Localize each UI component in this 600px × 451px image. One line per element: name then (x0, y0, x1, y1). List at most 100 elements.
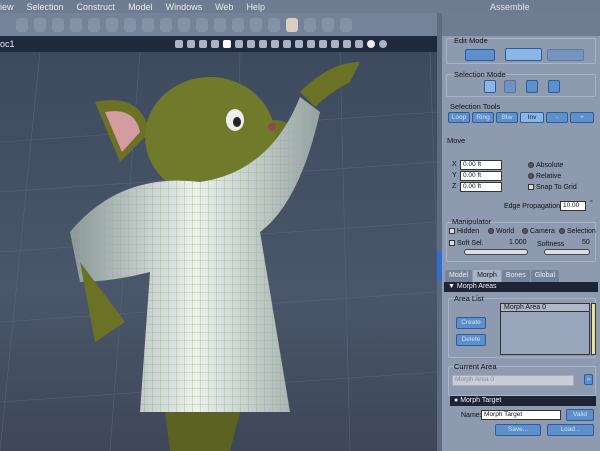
edit-mode-object-button[interactable] (465, 49, 495, 61)
rig-tool-icon[interactable] (322, 17, 334, 32)
edit-mode-vertex-button[interactable] (505, 48, 542, 61)
pan-icon[interactable] (199, 40, 207, 48)
hidden-checkbox[interactable]: Hidden (449, 228, 479, 235)
properties-panel: Edit Mode Selection Mode Selection Tools… (442, 36, 600, 451)
scene-render (0, 52, 437, 451)
dome-tool-icon[interactable] (124, 17, 136, 32)
selection-label: Selection (567, 228, 596, 235)
x-label: X (452, 161, 457, 168)
dolly-icon[interactable] (187, 40, 195, 48)
line-tool-icon[interactable] (268, 17, 280, 32)
camera-icon[interactable] (175, 40, 183, 48)
cube-tool-icon[interactable] (304, 17, 316, 32)
edge-propagation-field[interactable]: 10.00 (560, 201, 586, 211)
magnet-tool-icon[interactable] (52, 17, 64, 32)
area-list-item[interactable]: Morph Area 0 (501, 304, 589, 312)
bone-tool-icon[interactable] (160, 17, 172, 32)
menu-help[interactable]: Help (246, 2, 265, 12)
tab-global[interactable]: Global (530, 270, 560, 282)
layout-single-icon[interactable] (223, 40, 231, 48)
world-radio[interactable]: World (488, 228, 514, 235)
figure-tool-icon[interactable] (142, 17, 154, 32)
select-point-button[interactable] (504, 80, 516, 93)
render-shaded-icon[interactable] (379, 40, 387, 48)
render-flat-icon[interactable] (355, 40, 363, 48)
edit-mode-mesh-button[interactable] (547, 49, 584, 61)
select-edge-button[interactable] (526, 80, 538, 93)
area-list-label: Area List (454, 294, 484, 303)
shield3-icon[interactable] (307, 40, 315, 48)
delete-button[interactable]: Delete (456, 334, 486, 346)
ring-button[interactable]: Ring (472, 112, 494, 123)
select-face-button[interactable] (548, 80, 560, 93)
render-wire-icon[interactable] (331, 40, 339, 48)
morph-target-header[interactable]: ● Morph Target (450, 396, 596, 406)
y-field[interactable]: 0.00 ft (460, 171, 502, 181)
x-field[interactable]: 0.00 ft (460, 160, 502, 170)
paint-tool-icon[interactable] (214, 17, 226, 32)
render-point-icon[interactable] (319, 40, 327, 48)
morph-target-name-field[interactable]: Morph Target (481, 410, 561, 420)
shield2-icon[interactable] (295, 40, 303, 48)
layout-grid-icon[interactable] (259, 40, 267, 48)
z-field[interactable]: 0.00 ft (460, 182, 502, 192)
load-button[interactable]: Load... (547, 424, 594, 436)
fit-icon[interactable] (211, 40, 219, 48)
menu-selection[interactable]: Selection (27, 2, 64, 12)
tab-bones[interactable]: Bones (501, 270, 530, 282)
camera-radio[interactable]: Camera (522, 228, 555, 235)
invert-button[interactable]: Inv (520, 112, 544, 123)
snap-to-grid-checkbox[interactable]: Snap To Grid (528, 184, 577, 191)
morph-areas-title: Morph Areas (456, 283, 497, 290)
render-box-icon[interactable] (343, 40, 351, 48)
morph-tool-icon[interactable] (250, 17, 262, 32)
menu-windows[interactable]: Windows (166, 2, 203, 12)
deform-tool-icon[interactable] (340, 17, 352, 32)
room-mode-label[interactable]: Assemble (490, 2, 530, 12)
current-area-dropdown-icon[interactable]: » (584, 374, 593, 385)
point-tool-icon[interactable] (88, 17, 100, 32)
select-vertex-button[interactable] (484, 80, 496, 93)
absolute-radio[interactable]: Absolute (528, 162, 563, 169)
tab-model[interactable]: Model (445, 270, 473, 282)
area-list[interactable]: Morph Area 0 (500, 303, 590, 355)
cup-tool-icon[interactable] (178, 17, 190, 32)
render-smooth-icon[interactable] (367, 40, 375, 48)
frame-tool-icon[interactable] (196, 17, 208, 32)
layout-split-icon[interactable] (235, 40, 243, 48)
menu-view[interactable]: iew (0, 2, 14, 12)
viewport-title: oc1 (0, 39, 15, 49)
relative-radio[interactable]: Relative (528, 173, 561, 180)
softness-slider[interactable] (544, 249, 590, 255)
soft-sel-slider[interactable] (464, 249, 528, 255)
shrink-button[interactable]: - (546, 112, 568, 123)
save-button[interactable]: Save... (495, 424, 541, 436)
menu-construct[interactable]: Construct (77, 2, 116, 12)
sphere-tool-icon[interactable] (16, 17, 28, 32)
valid-button[interactable]: Valid (566, 409, 594, 421)
between-button[interactable]: Btw (496, 112, 518, 123)
layout-quad-icon[interactable] (247, 40, 255, 48)
selection-radio[interactable]: Selection (559, 228, 596, 235)
model-tool-icon[interactable] (286, 17, 298, 32)
tab-morph[interactable]: Morph (473, 270, 501, 282)
shield-icon[interactable] (283, 40, 291, 48)
current-area-select[interactable]: Morph Area 0 (452, 375, 574, 386)
loop-button[interactable]: Loop (448, 112, 470, 123)
grow-button[interactable]: + (570, 112, 594, 123)
area-list-scrollbar[interactable] (591, 303, 596, 355)
morph-areas-header[interactable]: ▼ Morph Areas (444, 282, 598, 292)
menu-model[interactable]: Model (128, 2, 153, 12)
menu-web[interactable]: Web (215, 2, 233, 12)
spline-tool-icon[interactable] (34, 17, 46, 32)
box-tool-icon[interactable] (106, 17, 118, 32)
soft-sel-checkbox[interactable]: Soft Sel. (449, 240, 483, 247)
3d-viewport[interactable] (0, 52, 437, 451)
viewport-controls (175, 40, 387, 48)
scissors-tool-icon[interactable] (70, 17, 82, 32)
panel-tabs: Model Morph Bones Global (442, 270, 600, 282)
layout-l-icon[interactable] (271, 40, 279, 48)
bucket-tool-icon[interactable] (232, 17, 244, 32)
z-label: Z (452, 183, 457, 190)
create-button[interactable]: Create (456, 317, 486, 329)
